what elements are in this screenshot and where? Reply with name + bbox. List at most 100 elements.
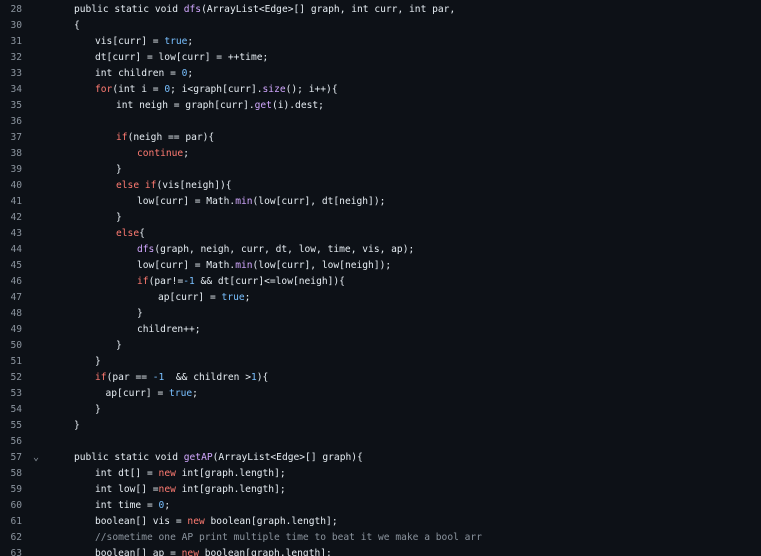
code-token: new: [187, 516, 205, 527]
code-line[interactable]: 43 else{: [0, 226, 761, 242]
line-code: dt[curr] = low[curr] = ++time;: [95, 50, 268, 66]
code-line[interactable]: 63 boolean[] ap = new boolean[graph.lengt…: [0, 546, 761, 556]
code-line[interactable]: 55}: [0, 418, 761, 434]
code-token: (); i++){: [285, 84, 338, 95]
code-line[interactable]: 30 {: [0, 18, 761, 34]
line-code: ap[curr] = true;: [106, 386, 198, 402]
code-token: ;: [183, 148, 189, 159]
code-line[interactable]: 32 dt[curr] = low[curr] = ++time;: [0, 50, 761, 66]
code-line[interactable]: 57 ⌄ public static void getAP(ArrayList<Ed…: [0, 450, 761, 466]
line-number: 58: [10, 468, 22, 479]
code-line[interactable]: 45 low[curr] = Math.min(low[curr], low[ne…: [0, 258, 761, 274]
code-line[interactable]: 61 boolean[] vis = new boolean[graph.leng…: [0, 514, 761, 530]
code-token: && children >: [164, 372, 251, 383]
line-number: 38: [10, 148, 22, 159]
code-line[interactable]: 38 continue;: [0, 146, 761, 162]
line-code: }: [116, 338, 122, 354]
code-token: boolean[] ap =: [95, 548, 182, 556]
chevron-down-icon[interactable]: ⌄: [33, 450, 39, 466]
line-number: 51: [10, 356, 22, 367]
code-token: new: [158, 484, 176, 495]
code-token: (vis[neigh]){: [156, 180, 232, 191]
line-number: 33: [10, 68, 22, 79]
code-token: dfs: [137, 244, 155, 255]
line-number: 41: [10, 196, 22, 207]
code-line[interactable]: 62 //sometime one AP print multiple time …: [0, 530, 761, 546]
code-token: low[curr] = Math.: [137, 260, 236, 271]
line-number: 60: [10, 500, 22, 511]
line-number: 34: [10, 84, 22, 95]
line-number: 49: [10, 324, 22, 335]
code-token: (i).dest;: [271, 100, 324, 111]
line-number: 57: [10, 452, 22, 463]
code-line[interactable]: 28 public static void dfs(ArrayList<Edge>…: [0, 2, 761, 18]
code-line[interactable]: 56: [0, 434, 761, 450]
line-number: 31: [10, 36, 22, 47]
code-line[interactable]: 58 int dt[] = new int[graph.length];: [0, 466, 761, 482]
code-token: -1: [183, 276, 195, 287]
code-token: //sometime one AP print multiple time to…: [95, 532, 482, 543]
code-token: }: [74, 420, 80, 431]
code-line[interactable]: 52 if(par == -1 && children >1){: [0, 370, 761, 386]
line-code: public static void getAP(ArrayList<Edge>…: [74, 450, 363, 466]
code-line[interactable]: 54}: [0, 402, 761, 418]
line-code: if(neigh == par){: [116, 130, 214, 146]
code-line[interactable]: 47 ap[curr] = true;: [0, 290, 761, 306]
line-number: 56: [10, 436, 22, 447]
code-line[interactable]: 51}: [0, 354, 761, 370]
code-token: ;: [187, 36, 194, 47]
code-token: for: [95, 84, 113, 95]
line-code: }: [137, 306, 143, 322]
line-code: else if(vis[neigh]){: [116, 178, 232, 194]
code-line[interactable]: 50}: [0, 338, 761, 354]
line-number: 39: [10, 164, 22, 175]
line-number: 53: [10, 388, 22, 399]
code-line[interactable]: 48}: [0, 306, 761, 322]
code-token: }: [116, 340, 122, 351]
code-line[interactable]: 31 vis[curr] = true;: [0, 34, 761, 50]
code-token: ;: [244, 292, 251, 303]
code-editor[interactable]: 28 public static void dfs(ArrayList<Edge>…: [0, 0, 761, 556]
code-line[interactable]: 44 dfs(graph, neigh, curr, dt, low, time,…: [0, 242, 761, 258]
code-line[interactable]: 42}: [0, 210, 761, 226]
code-token: boolean[graph.length];: [198, 548, 332, 556]
line-code: if(par == -1 && children >1){: [95, 370, 268, 386]
code-token: int dt[] =: [95, 468, 159, 479]
code-token: low[curr] = Math.: [137, 196, 236, 207]
code-token: min: [235, 260, 253, 271]
code-token: }: [95, 356, 101, 367]
code-token: else: [116, 228, 140, 239]
code-line[interactable]: 33 int children = 0;: [0, 66, 761, 82]
code-token: }: [116, 212, 122, 223]
code-token: ;: [192, 388, 198, 399]
code-token: }: [137, 308, 143, 319]
code-token: vis[curr] =: [95, 36, 165, 47]
code-line[interactable]: 39}: [0, 162, 761, 178]
line-number: 59: [10, 484, 22, 495]
code-token: int time =: [95, 500, 159, 511]
code-token: (ArrayList<Edge>[] graph, int curr, int …: [201, 4, 456, 15]
code-line[interactable]: 36: [0, 114, 761, 130]
code-token: if: [116, 132, 128, 143]
code-line[interactable]: 41 low[curr] = Math.min(low[curr], dt[nei…: [0, 194, 761, 210]
code-token: (ArrayList<Edge>[] graph){: [212, 452, 363, 463]
code-line[interactable]: 49 children++;: [0, 322, 761, 338]
code-token: ap[curr] =: [158, 292, 222, 303]
code-token: dt[curr] = low[curr] = ++time;: [95, 52, 269, 63]
line-number: 42: [10, 212, 22, 223]
code-line[interactable]: 40 else if(vis[neigh]){: [0, 178, 761, 194]
code-line[interactable]: 53 ap[curr] = true;: [0, 386, 761, 402]
code-line[interactable]: 34 for(int i = 0; i<graph[curr].size(); i…: [0, 82, 761, 98]
code-token: (int i =: [112, 84, 165, 95]
code-line[interactable]: 46 if(par!=-1 && dt[curr]<=low[neigh]){: [0, 274, 761, 290]
code-token: (par!=: [148, 276, 184, 287]
line-code: }: [95, 402, 101, 418]
code-line[interactable]: 37 if(neigh == par){: [0, 130, 761, 146]
code-token: getAP: [183, 452, 213, 463]
code-token: ; i<graph[curr].: [170, 84, 263, 95]
code-line[interactable]: 35 int neigh = graph[curr].get(i).dest;: [0, 98, 761, 114]
code-token: int low[] =: [95, 484, 159, 495]
line-code: int children = 0;: [95, 66, 193, 82]
code-line[interactable]: 60 int time = 0;: [0, 498, 761, 514]
code-line[interactable]: 59 int low[] =new int[graph.length];: [0, 482, 761, 498]
